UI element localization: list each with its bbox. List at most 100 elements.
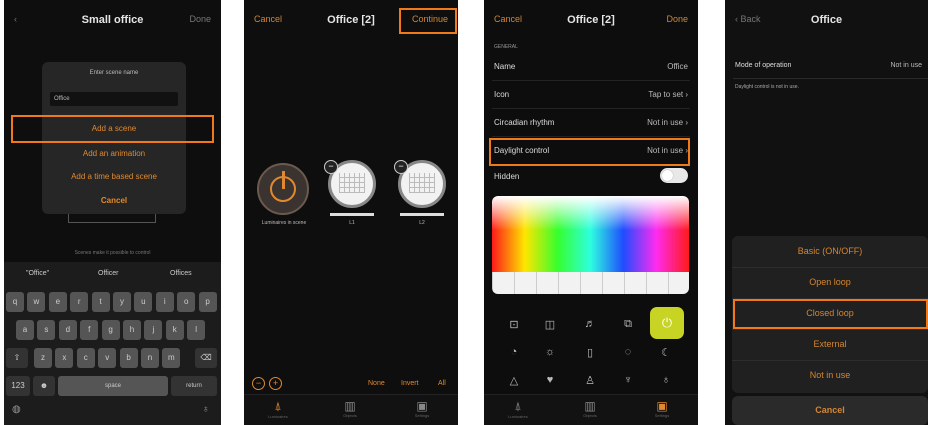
pin-icon[interactable]: ♁ xyxy=(658,374,674,386)
row-label: Icon xyxy=(494,90,510,99)
done-button[interactable]: Done xyxy=(189,14,211,24)
key-j[interactable]: j xyxy=(144,320,163,340)
zoom-in-icon[interactable]: + xyxy=(269,377,282,390)
select-all-button[interactable]: All xyxy=(438,380,446,387)
sun-icon[interactable]: ☼ xyxy=(542,346,558,358)
tab-label: Luminaires xyxy=(268,414,288,419)
key-r[interactable]: r xyxy=(70,292,89,312)
book-icon[interactable]: ◫ xyxy=(542,318,558,331)
remove-l1-icon[interactable]: − xyxy=(324,160,338,174)
delete-key[interactable]: ⌫ xyxy=(195,348,217,368)
tab-label: Settings xyxy=(654,413,670,418)
key-g[interactable]: g xyxy=(101,320,120,340)
tab-label: Objects xyxy=(583,413,597,418)
music-icon[interactable]: ♬ xyxy=(582,318,598,330)
tab-luminaires[interactable]: ⍋ Luminaires xyxy=(258,399,298,419)
scene-name-input[interactable]: Office xyxy=(50,92,178,106)
emoji-key[interactable]: ☻ xyxy=(33,376,55,396)
grid-icon xyxy=(409,173,435,193)
row-value: Office xyxy=(667,62,688,71)
luminaires-label: Luminaires in scene xyxy=(261,220,307,226)
key-k[interactable]: k xyxy=(165,320,184,340)
row-name[interactable]: Name Office xyxy=(492,54,690,81)
l2-level-bar xyxy=(400,213,444,216)
lamp-icon[interactable]: ♙ xyxy=(582,374,598,387)
add-time-scene-option[interactable]: Add a time based scene xyxy=(42,172,186,181)
option-external[interactable]: External xyxy=(732,329,928,361)
tab-label: Settings xyxy=(414,413,430,418)
idea-bulb-icon[interactable]: ♆ xyxy=(620,374,636,386)
key-h[interactable]: h xyxy=(123,320,141,340)
key-y[interactable]: y xyxy=(113,292,131,312)
hidden-toggle[interactable] xyxy=(660,168,688,183)
key-c[interactable]: c xyxy=(76,348,95,368)
key-p[interactable]: p xyxy=(198,292,217,312)
key-v[interactable]: v xyxy=(98,348,117,368)
key-d[interactable]: d xyxy=(58,320,77,340)
shift-key[interactable]: ⇧ xyxy=(6,348,28,368)
selected-scene-icon[interactable]: ⏻ xyxy=(650,307,684,339)
mode-row[interactable]: Mode of operation Not in use xyxy=(733,56,928,79)
tab-settings[interactable]: ▣ Settings xyxy=(402,399,442,418)
cancel-option[interactable]: Cancel xyxy=(42,196,186,205)
tab-objects[interactable]: ▥ Objects xyxy=(330,399,370,418)
cancel-button[interactable]: Cancel xyxy=(732,396,928,425)
key-a[interactable]: a xyxy=(16,320,34,340)
tab-objects[interactable]: ▥ Objects xyxy=(570,399,610,418)
suggestion-1[interactable]: "Office" xyxy=(26,270,49,277)
phone-luminaire-select: Cancel Office [2] Continue Luminaires in… xyxy=(244,0,458,425)
key-t[interactable]: t xyxy=(91,292,110,312)
key-w[interactable]: w xyxy=(27,292,46,312)
remove-l2-icon[interactable]: − xyxy=(394,160,408,174)
key-i[interactable]: i xyxy=(155,292,174,312)
key-n[interactable]: n xyxy=(141,348,159,368)
select-none-button[interactable]: None xyxy=(368,380,385,387)
luminaires-in-scene-button[interactable] xyxy=(257,163,309,215)
door-icon[interactable]: ▯ xyxy=(582,346,598,359)
microphone-icon[interactable]: ♁ xyxy=(202,404,210,415)
option-not-in-use[interactable]: Not in use xyxy=(732,360,928,391)
hint-text: Scenes make it possible to control xyxy=(74,250,151,256)
color-picker[interactable] xyxy=(492,196,689,272)
space-key[interactable]: space xyxy=(58,376,168,396)
luminaire-icon: ⍋ xyxy=(274,399,282,413)
eye-icon[interactable]: ◌ xyxy=(620,346,636,358)
key-e[interactable]: e xyxy=(48,292,67,312)
color-presets[interactable] xyxy=(492,272,689,294)
moon-icon[interactable]: ☾ xyxy=(658,346,674,359)
numbers-key[interactable]: 123 xyxy=(6,376,30,396)
key-b[interactable]: b xyxy=(119,348,138,368)
bulb-icon[interactable]: ♥ xyxy=(542,374,558,386)
key-f[interactable]: f xyxy=(80,320,99,340)
suggestion-3[interactable]: Offices xyxy=(170,270,192,277)
tab-settings[interactable]: ▣ Settings xyxy=(642,399,682,418)
option-basic[interactable]: Basic (ON/OFF) xyxy=(732,236,928,268)
triangle-icon[interactable]: △ xyxy=(506,374,522,387)
tab-luminaires[interactable]: ⍋ Luminaires xyxy=(498,399,538,419)
dialog-title: Enter scene name xyxy=(89,70,139,76)
row-circadian[interactable]: Circadian rhythm Not in use › xyxy=(492,110,690,137)
return-key[interactable]: return xyxy=(171,376,217,396)
done-button[interactable]: Done xyxy=(666,14,688,24)
tab-label: Luminaires xyxy=(508,414,528,419)
add-animation-option[interactable]: Add an animation xyxy=(42,149,186,158)
monitor-icon[interactable]: ⧉ xyxy=(620,318,636,331)
calendar-icon[interactable]: ⊡ xyxy=(506,318,522,331)
suggestion-2[interactable]: Officer xyxy=(98,270,119,277)
key-o[interactable]: o xyxy=(177,292,196,312)
key-x[interactable]: x xyxy=(55,348,74,368)
zoom-out-icon[interactable]: − xyxy=(252,377,265,390)
key-z[interactable]: z xyxy=(34,348,52,368)
key-s[interactable]: s xyxy=(37,320,56,340)
timer-icon[interactable]: ◔ xyxy=(506,346,522,358)
key-u[interactable]: u xyxy=(134,292,153,312)
section-header: GENERAL xyxy=(494,44,518,50)
key-q[interactable]: q xyxy=(6,292,24,312)
l1-label: L1 xyxy=(349,220,355,226)
key-m[interactable]: m xyxy=(162,348,181,368)
globe-icon[interactable]: ◍ xyxy=(12,404,21,415)
key-l[interactable]: l xyxy=(187,320,206,340)
row-icon[interactable]: Icon Tap to set › xyxy=(492,82,690,109)
invert-selection-button[interactable]: Invert xyxy=(401,380,419,387)
option-open-loop[interactable]: Open loop xyxy=(732,267,928,299)
